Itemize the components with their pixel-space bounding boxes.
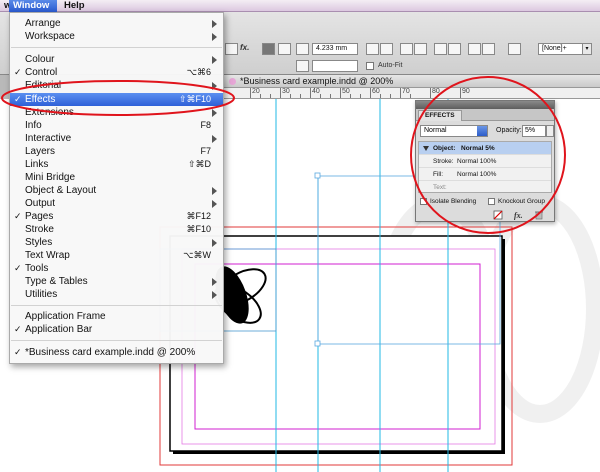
highlight-circle-menu [1,80,235,116]
highlight-circle-panel [410,76,566,234]
annotation-overlay [1,76,566,234]
